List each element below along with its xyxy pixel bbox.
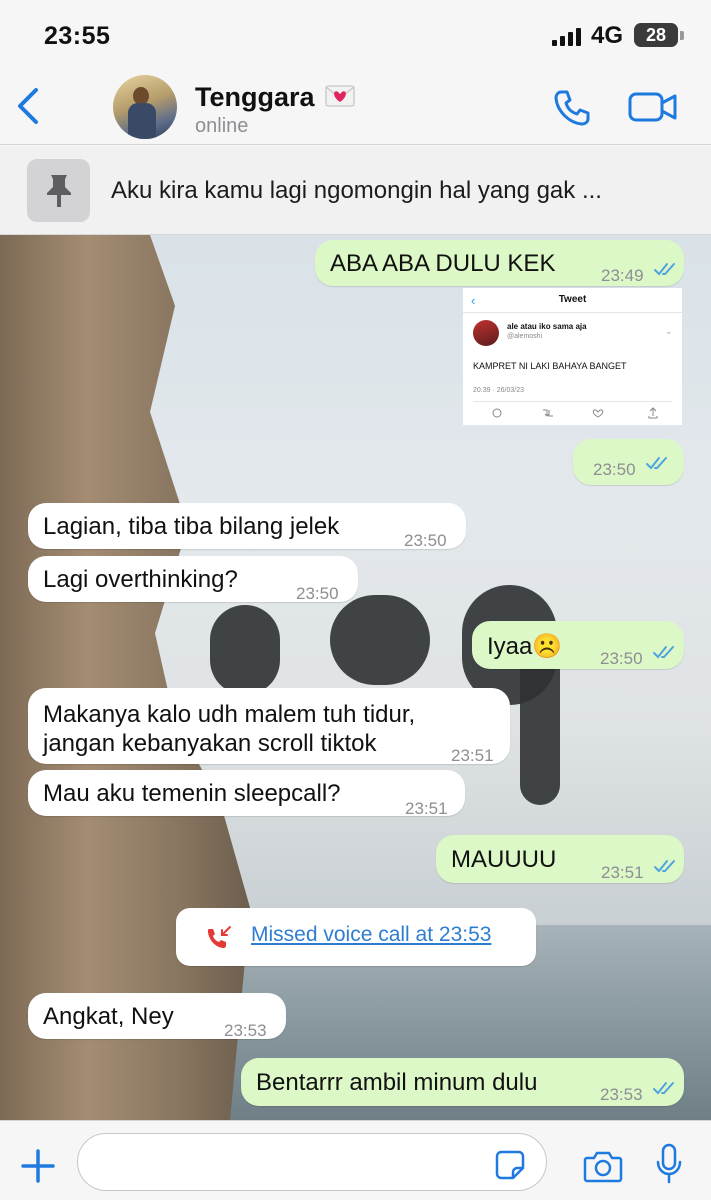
- message-bubble[interactable]: Angkat, Ney 23:53: [28, 993, 286, 1040]
- signal-icon: [552, 28, 581, 46]
- message-time: 23:51: [601, 863, 644, 882]
- wallpaper-brush: [330, 595, 430, 685]
- contact-name[interactable]: Tenggara: [195, 82, 315, 113]
- chat-header: Tenggara online: [0, 70, 711, 145]
- message-text-line1: Makanya kalo udh malem tuh tidur,: [43, 701, 416, 728]
- pinned-text: Aku kira kamu lagi ngomongin hal yang ga…: [111, 177, 602, 204]
- wallpaper-cliff: [0, 235, 250, 1120]
- missed-call-icon: [208, 926, 231, 948]
- message-time: 23:51: [405, 799, 448, 818]
- message-bubble[interactable]: Lagi overthinking? 23:50: [28, 556, 358, 603]
- message-bubble[interactable]: 23:50: [573, 439, 684, 485]
- read-ticks-icon: [653, 646, 674, 659]
- tweet-text: KAMPRET NI LAKI BAHAYA BANGET: [473, 361, 627, 371]
- message-bubble[interactable]: Lagian, tiba tiba bilang jelek 23:50: [28, 503, 466, 550]
- read-ticks-icon: [646, 457, 667, 470]
- message-time: 23:49: [601, 266, 644, 285]
- message-text: ABA ABA DULU KEK: [330, 250, 556, 277]
- tweet-title: Tweet: [558, 294, 587, 305]
- message-time: 23:53: [600, 1085, 643, 1104]
- plus-icon[interactable]: [20, 1148, 56, 1184]
- message-bubble[interactable]: MAUUUU 23:51: [436, 835, 684, 883]
- tweet-chevron-icon: ⌄: [665, 326, 673, 336]
- message-text: MAUUUU: [451, 846, 557, 873]
- message-time: 23:50: [404, 531, 447, 550]
- message-text: Bentarrr ambil minum dulu: [256, 1069, 538, 1096]
- message-bubble[interactable]: Mau aku temenin sleepcall? 23:51: [28, 770, 465, 818]
- message-bubble[interactable]: Bentarrr ambil minum dulu 23:53: [241, 1058, 684, 1106]
- message-time: 23:51: [451, 746, 494, 765]
- message-bubble[interactable]: Makanya kalo udh malem tuh tidur, jangan…: [28, 688, 510, 765]
- message-text: Lagi overthinking?: [43, 566, 238, 593]
- status-bar: 23:55 4G 28: [0, 0, 711, 70]
- battery-icon: 28: [634, 23, 678, 47]
- composer-bar: [0, 1120, 711, 1200]
- contact-status: online: [195, 115, 249, 137]
- tweet-name: ale atau iko sama aja: [507, 322, 587, 331]
- read-ticks-icon: [654, 860, 675, 873]
- tweet-handle: @alemoshi: [507, 333, 543, 340]
- message-input[interactable]: [77, 1133, 547, 1191]
- status-time: 23:55: [44, 22, 111, 50]
- microphone-icon[interactable]: [654, 1143, 684, 1185]
- phone-icon[interactable]: [552, 88, 592, 128]
- network-type: 4G: [591, 22, 624, 49]
- wallpaper-brush: [210, 605, 280, 695]
- message-bubble[interactable]: Iyaa☹️ 23:50: [472, 621, 684, 669]
- message-time: 23:50: [296, 584, 339, 603]
- pinned-message-bar[interactable]: Aku kira kamu lagi ngomongin hal yang ga…: [0, 146, 711, 235]
- battery-cap: [680, 31, 684, 40]
- tweet-actions-icon: [492, 407, 658, 419]
- chevron-left-icon[interactable]: [14, 86, 44, 126]
- tweet-date: 20.39 · 26/03/23: [473, 387, 524, 394]
- message-text: Angkat, Ney: [43, 1003, 174, 1030]
- read-ticks-icon: [653, 1082, 674, 1095]
- video-camera-icon[interactable]: [628, 90, 678, 124]
- sticker-icon[interactable]: [495, 1150, 525, 1180]
- message-text: Lagian, tiba tiba bilang jelek: [43, 513, 340, 540]
- camera-icon[interactable]: [583, 1149, 623, 1183]
- pin-icon: [27, 159, 90, 222]
- tweet-avatar: [473, 320, 499, 346]
- message-time: 23:50: [600, 649, 643, 668]
- read-ticks-icon: [654, 263, 675, 276]
- avatar[interactable]: [113, 75, 177, 139]
- missed-call-label[interactable]: Missed voice call at 23:53: [251, 923, 491, 947]
- message-text: Iyaa☹️: [487, 633, 563, 660]
- missed-call-notice[interactable]: Missed voice call at 23:53: [176, 908, 536, 966]
- message-text: Mau aku temenin sleepcall?: [43, 780, 341, 807]
- message-bubble[interactable]: ABA ABA DULU KEK 23:49: [315, 240, 684, 286]
- tweet-image[interactable]: ‹ Tweet ale atau iko sama aja @alemoshi …: [463, 288, 682, 425]
- message-time: 23:50: [593, 460, 636, 479]
- message-text-line2: jangan kebanyakan scroll tiktok: [43, 730, 377, 757]
- message-time: 23:53: [224, 1021, 267, 1040]
- heart-letter-icon: [325, 85, 355, 107]
